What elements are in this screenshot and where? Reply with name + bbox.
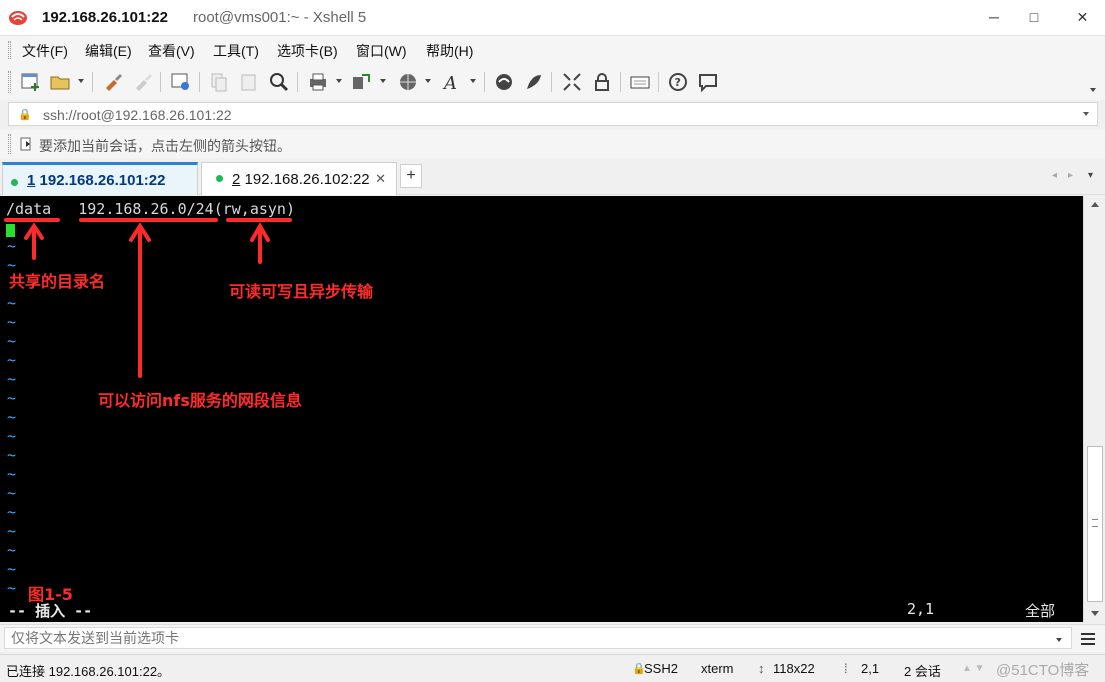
svg-text:?: ?: [675, 76, 681, 89]
session-hint-text: 要添加当前会话，点击左侧的箭头按钮。: [39, 138, 291, 154]
lock-icon[interactable]: [591, 71, 613, 93]
compose-menu-icon[interactable]: [1081, 633, 1095, 645]
open-folder-icon[interactable]: [49, 71, 71, 93]
tab-number: 1: [27, 172, 36, 189]
annotation-dir: 共享的目录名: [9, 272, 106, 291]
watermark-text: @51CTO博客: [996, 662, 1090, 679]
address-dropdown-icon[interactable]: [1083, 112, 1089, 116]
window-title: root@vms001:~ - Xshell 5: [193, 9, 367, 26]
tab-close-icon[interactable]: ✕: [375, 171, 386, 187]
vim-cursor-position: 2,1: [907, 600, 935, 618]
terminal[interactable]: /data 192.168.26.0/24(rw,asyn) ~ ~ ~ ~ ~…: [0, 196, 1083, 622]
connection-status: 已连接 192.168.26.101:22。: [6, 664, 171, 679]
script-icon[interactable]: [523, 71, 545, 93]
resize-icon: ↕: [758, 661, 765, 676]
toolbar: A ?: [0, 64, 1105, 100]
scroll-up-icon[interactable]: [1091, 202, 1099, 207]
session-hint-bar: 要添加当前会话，点击左侧的箭头按钮。: [0, 130, 1105, 158]
compose-bar: [0, 624, 1105, 652]
menu-view[interactable]: 查看(V): [148, 41, 195, 61]
font-icon[interactable]: A: [441, 71, 463, 94]
minimize-button[interactable]: ─: [976, 0, 1012, 34]
print-dropdown-icon[interactable]: [336, 79, 342, 83]
tab-prev-icon[interactable]: ◂: [1052, 170, 1057, 181]
tab-number: 2: [232, 171, 241, 188]
scroll-thumb[interactable]: [1087, 446, 1103, 602]
copy-icon: [208, 71, 230, 93]
tab-list-icon[interactable]: ▾: [1088, 170, 1093, 181]
menu-file[interactable]: 文件(F): [22, 41, 68, 61]
annotation-net: 可以访问nfs服务的网段信息: [98, 391, 302, 410]
reconnect-icon[interactable]: [102, 71, 124, 93]
print-icon[interactable]: [307, 71, 329, 93]
terminal-size: 118x22: [773, 661, 815, 676]
window-title-host: 192.168.26.101:22: [42, 9, 168, 26]
annotation-rw: 可读可写且异步传输: [229, 282, 374, 301]
scroll-down-icon[interactable]: [1091, 611, 1099, 616]
menu-tabs[interactable]: 选项卡(B): [277, 41, 338, 61]
toolbar-grip: [8, 71, 11, 93]
tab-bar: 1 192.168.26.101:22 2 192.168.26.102:22 …: [0, 160, 1105, 195]
menu-window[interactable]: 窗口(W): [356, 41, 407, 61]
address-input[interactable]: ssh://root@192.168.26.101:22: [43, 107, 232, 123]
protocol-status: SSH2: [644, 661, 678, 676]
connected-dot-icon: [11, 179, 18, 186]
chat-icon[interactable]: [697, 71, 719, 93]
tab-label: 192.168.26.102:22: [244, 171, 370, 188]
vim-scroll-position: 全部: [1025, 602, 1056, 620]
transfer-icon[interactable]: [350, 71, 372, 93]
net-arrow-icon: [129, 222, 151, 378]
new-session-icon[interactable]: [20, 71, 42, 93]
tab-next-icon[interactable]: ▸: [1068, 170, 1073, 181]
rw-arrow-icon: [250, 221, 270, 264]
maximize-button[interactable]: □: [1016, 0, 1052, 34]
transfer-dropdown-icon[interactable]: [380, 79, 386, 83]
dir-arrow-icon: [24, 222, 44, 260]
connected-dot-icon: [216, 175, 223, 182]
address-bar[interactable]: 🔒 ssh://root@192.168.26.101:22: [8, 102, 1098, 126]
vim-mode: -- 插入 --: [8, 602, 93, 620]
menu-tools[interactable]: 工具(T): [213, 41, 259, 61]
cursor-position: 2,1: [861, 661, 880, 676]
close-button[interactable]: ✕: [1060, 0, 1105, 34]
open-dropdown-icon[interactable]: [78, 79, 84, 83]
terminal-scrollbar[interactable]: [1083, 196, 1105, 622]
status-bar: 已连接 192.168.26.101:22。 🔒 SSH2 xterm ↕ 11…: [0, 654, 1105, 682]
keyboard-icon[interactable]: [629, 71, 651, 93]
font-dropdown-icon[interactable]: [470, 79, 476, 83]
xshell-logo-icon: [9, 11, 27, 25]
find-icon[interactable]: [268, 71, 290, 93]
properties-icon[interactable]: [170, 71, 192, 93]
terminal-type: xterm: [701, 661, 734, 676]
cursor-icon: ⁞: [844, 661, 848, 676]
tab-session-2[interactable]: 2 192.168.26.102:22 ✕: [201, 162, 397, 195]
tab-label: 192.168.26.101:22: [39, 172, 166, 189]
disconnect-icon: [132, 71, 154, 93]
address-lock-icon: 🔒: [18, 109, 32, 121]
menu-help[interactable]: 帮助(H): [426, 41, 473, 61]
globe-dropdown-icon[interactable]: [425, 79, 431, 83]
svg-text:A: A: [442, 73, 457, 93]
help-icon[interactable]: ?: [667, 71, 689, 93]
session-count: 2 会话: [904, 664, 941, 679]
tab-session-1[interactable]: 1 192.168.26.101:22: [2, 162, 198, 195]
compose-input[interactable]: [4, 627, 1072, 649]
status-arrows-icon: ▲ ▼: [962, 663, 985, 674]
menu-bar: 文件(F) 编辑(E) 查看(V) 工具(T) 选项卡(B) 窗口(W) 帮助(…: [0, 36, 1105, 64]
xftp-icon[interactable]: [493, 71, 515, 93]
compose-dropdown-icon[interactable]: [1056, 638, 1062, 642]
globe-icon[interactable]: [397, 71, 419, 93]
menu-edit[interactable]: 编辑(E): [85, 41, 132, 61]
menu-grip: [8, 41, 11, 59]
title-bar: 192.168.26.101:22 root@vms001:~ - Xshell…: [0, 0, 1105, 36]
paste-icon: [238, 71, 260, 93]
fullscreen-icon[interactable]: [561, 71, 583, 93]
add-tab-button[interactable]: +: [400, 164, 422, 188]
add-session-arrow-icon[interactable]: [20, 136, 34, 152]
toolbar-overflow-icon[interactable]: [1090, 88, 1096, 92]
